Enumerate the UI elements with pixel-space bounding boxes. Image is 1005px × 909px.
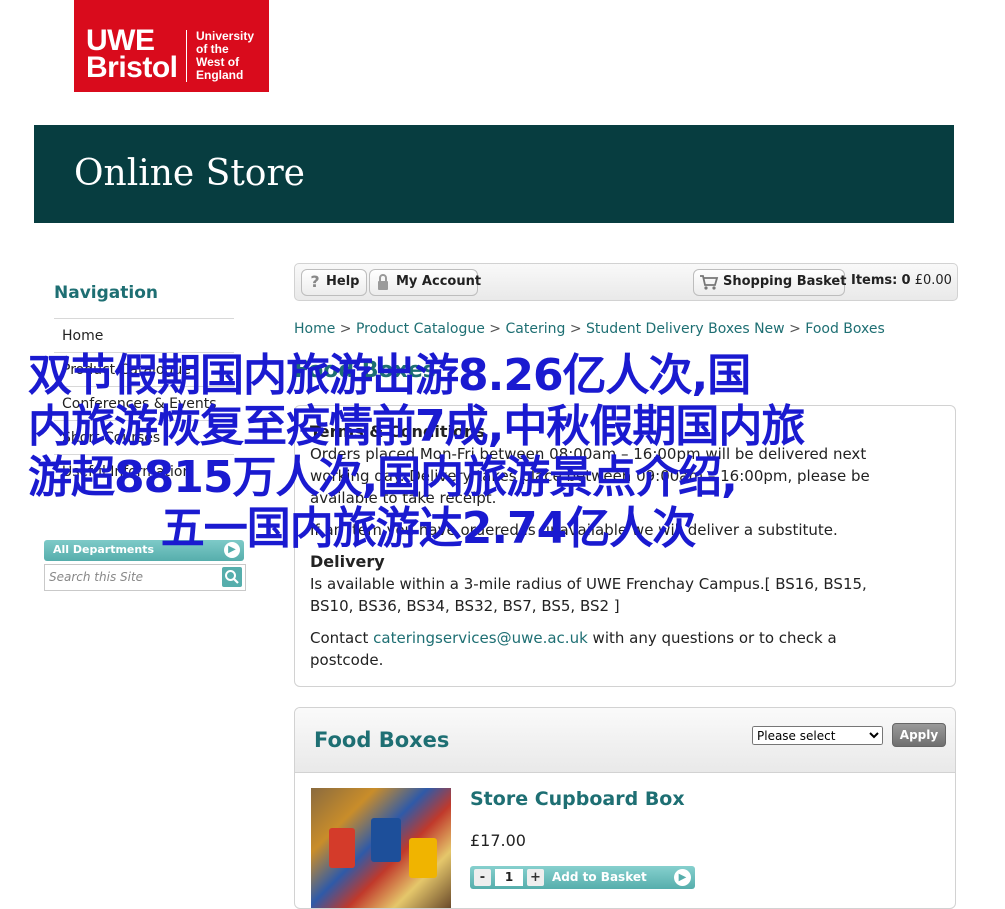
- search-button[interactable]: [222, 567, 242, 587]
- product-name[interactable]: Store Cupboard Box: [470, 788, 685, 810]
- breadcrumb-student-delivery-boxes[interactable]: Student Delivery Boxes New: [586, 321, 785, 337]
- breadcrumb-separator: >: [339, 321, 352, 337]
- breadcrumb-separator: >: [789, 321, 801, 337]
- breadcrumb: Home > Product Catalogue > Catering > St…: [294, 321, 885, 337]
- banner-title: Online Store: [74, 153, 305, 194]
- quantity-decrease-button[interactable]: -: [474, 869, 491, 886]
- my-account-label: My Account: [396, 274, 482, 289]
- product-image-detail: [329, 828, 355, 868]
- uwe-logo[interactable]: UWE Bristol University of the West of En…: [74, 0, 269, 92]
- logo-subtitle: University of the West of England: [196, 29, 255, 82]
- apply-button[interactable]: Apply: [892, 723, 946, 747]
- product-image-detail: [409, 838, 437, 878]
- products-panel: Food Boxes Please select Apply Store Cup…: [294, 707, 956, 909]
- breadcrumb-separator: >: [489, 321, 502, 337]
- overlay-line: 内旅游恢复至疫情前7成,中秋假期国内旅: [28, 401, 805, 452]
- quantity-increase-button[interactable]: +: [527, 869, 544, 886]
- help-label: Help: [326, 274, 360, 289]
- overlay-line: 五一国内旅游达2.74亿人次: [160, 503, 697, 554]
- overlay-headline: 双节假期国内旅游出游8.26亿人次,国 内旅游恢复至疫情前7成,中秋假期国内旅 …: [28, 350, 948, 554]
- items-label: Items:: [851, 273, 898, 288]
- logo-text-bristol: Bristol: [86, 51, 178, 84]
- help-icon: ?: [310, 272, 320, 291]
- delivery-text: BS10, BS36, BS34, BS32, BS7, BS5, BS2 ]: [310, 597, 620, 615]
- shopping-cart-icon: [699, 273, 719, 291]
- navigation-heading: Navigation: [54, 283, 158, 303]
- breadcrumb-product-catalogue[interactable]: Product Catalogue: [356, 321, 485, 337]
- search-input[interactable]: [49, 568, 215, 586]
- delivery-text: Is available within a 3-mile radius of U…: [310, 575, 867, 593]
- items-count: 0: [901, 273, 911, 288]
- search-icon: [225, 570, 239, 584]
- nav-divider: [54, 318, 234, 319]
- site-search: [44, 564, 246, 591]
- nav-item-home[interactable]: Home: [62, 328, 103, 344]
- contact-text: Contact cateringservices@uwe.ac.uk with …: [310, 627, 837, 649]
- store-banner: Online Store: [34, 125, 954, 223]
- overlay-line: 游超8815万人次,国内旅游景点介绍,: [28, 452, 738, 503]
- help-button[interactable]: ? Help: [301, 269, 367, 296]
- add-to-basket-button[interactable]: Add to Basket: [552, 870, 647, 884]
- quantity-input[interactable]: 1: [495, 869, 523, 886]
- shopping-basket-label: Shopping Basket: [723, 274, 847, 289]
- lock-icon: [375, 273, 391, 291]
- breadcrumb-catering[interactable]: Catering: [505, 321, 565, 337]
- product-image-detail: [371, 818, 401, 862]
- chevron-right-icon: ▶: [674, 869, 691, 886]
- shopping-basket-button[interactable]: Shopping Basket: [693, 269, 847, 296]
- contact-prefix: Contact: [310, 629, 374, 647]
- basket-summary: Items: 0 £0.00: [851, 273, 952, 288]
- product-image[interactable]: [311, 788, 451, 908]
- logo-divider: [186, 30, 187, 82]
- delivery-heading: Delivery: [310, 552, 385, 571]
- overlay-line: 双节假期国内旅游出游8.26亿人次,国: [28, 350, 751, 401]
- my-account-button[interactable]: My Account: [369, 269, 482, 296]
- breadcrumb-separator: >: [569, 321, 582, 337]
- contact-text: postcode.: [310, 651, 384, 669]
- breadcrumb-food-boxes[interactable]: Food Boxes: [805, 321, 885, 337]
- products-title: Food Boxes: [314, 728, 450, 752]
- breadcrumb-home[interactable]: Home: [294, 321, 335, 337]
- add-to-basket-bar: - 1 + Add to Basket ▶: [470, 866, 695, 889]
- contact-email-link[interactable]: cateringservices@uwe.ac.uk: [373, 629, 588, 647]
- store-toolbar: ? Help My Account Shopping Basket Items:…: [294, 263, 958, 301]
- contact-suffix: with any questions or to check a: [587, 629, 837, 647]
- items-total: £0.00: [914, 273, 952, 288]
- product-price: £17.00: [470, 831, 526, 850]
- products-header: Food Boxes Please select Apply: [295, 708, 955, 773]
- sort-select[interactable]: Please select: [752, 726, 883, 745]
